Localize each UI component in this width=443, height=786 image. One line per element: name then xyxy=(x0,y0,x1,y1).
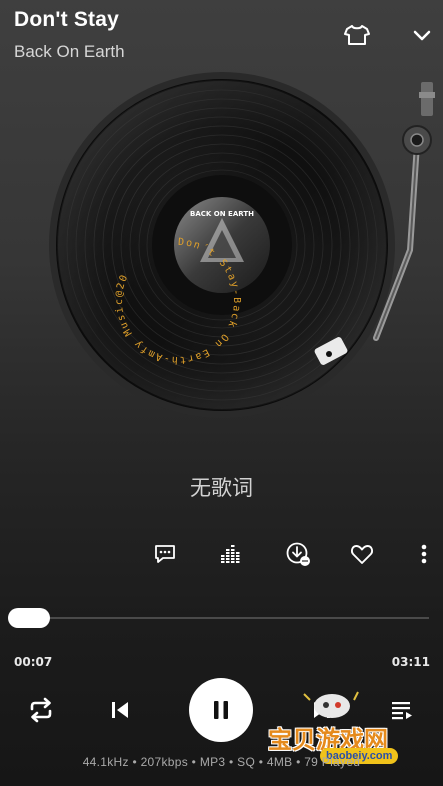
more-vertical-icon xyxy=(421,544,427,564)
more-button[interactable] xyxy=(410,538,438,570)
comment-button[interactable] xyxy=(148,538,182,570)
chevron-down-icon xyxy=(413,30,431,41)
song-title: Don't Stay xyxy=(14,8,120,31)
playlist-button[interactable] xyxy=(384,692,420,728)
equalizer-button[interactable] xyxy=(214,538,248,570)
previous-icon xyxy=(112,702,128,718)
total-time: 03:11 xyxy=(391,655,430,669)
watermark-logo xyxy=(300,688,360,724)
pause-icon xyxy=(214,701,228,719)
equalizer-icon xyxy=(221,545,240,563)
audio-quality-info: 44.1kHz • 207kbps • MP3 • SQ • 4MB • 79 … xyxy=(82,755,361,769)
skin-button[interactable] xyxy=(340,18,374,52)
favorite-button[interactable] xyxy=(345,538,379,570)
repeat-button[interactable] xyxy=(22,692,60,728)
tshirt-icon xyxy=(344,25,370,45)
comment-icon xyxy=(155,545,175,563)
lyrics-placeholder[interactable]: 无歌词 xyxy=(0,472,443,502)
progress-thumb[interactable] xyxy=(8,608,50,628)
current-time: 00:07 xyxy=(14,655,53,669)
download-icon xyxy=(286,542,310,566)
pause-button[interactable] xyxy=(189,678,253,742)
album-cover-text: BACK ON EARTH xyxy=(190,210,254,218)
repeat-icon xyxy=(30,697,52,723)
heart-icon xyxy=(350,545,374,564)
previous-button[interactable] xyxy=(102,692,138,728)
download-button[interactable] xyxy=(281,538,315,570)
progress-track[interactable] xyxy=(10,617,429,619)
turntable: BACK ON EARTH Don´t Stay-Back On Earth-A… xyxy=(49,72,435,418)
artist-name[interactable]: Back On Earth xyxy=(14,42,125,62)
playlist-icon xyxy=(392,702,412,720)
collapse-button[interactable] xyxy=(406,20,438,50)
